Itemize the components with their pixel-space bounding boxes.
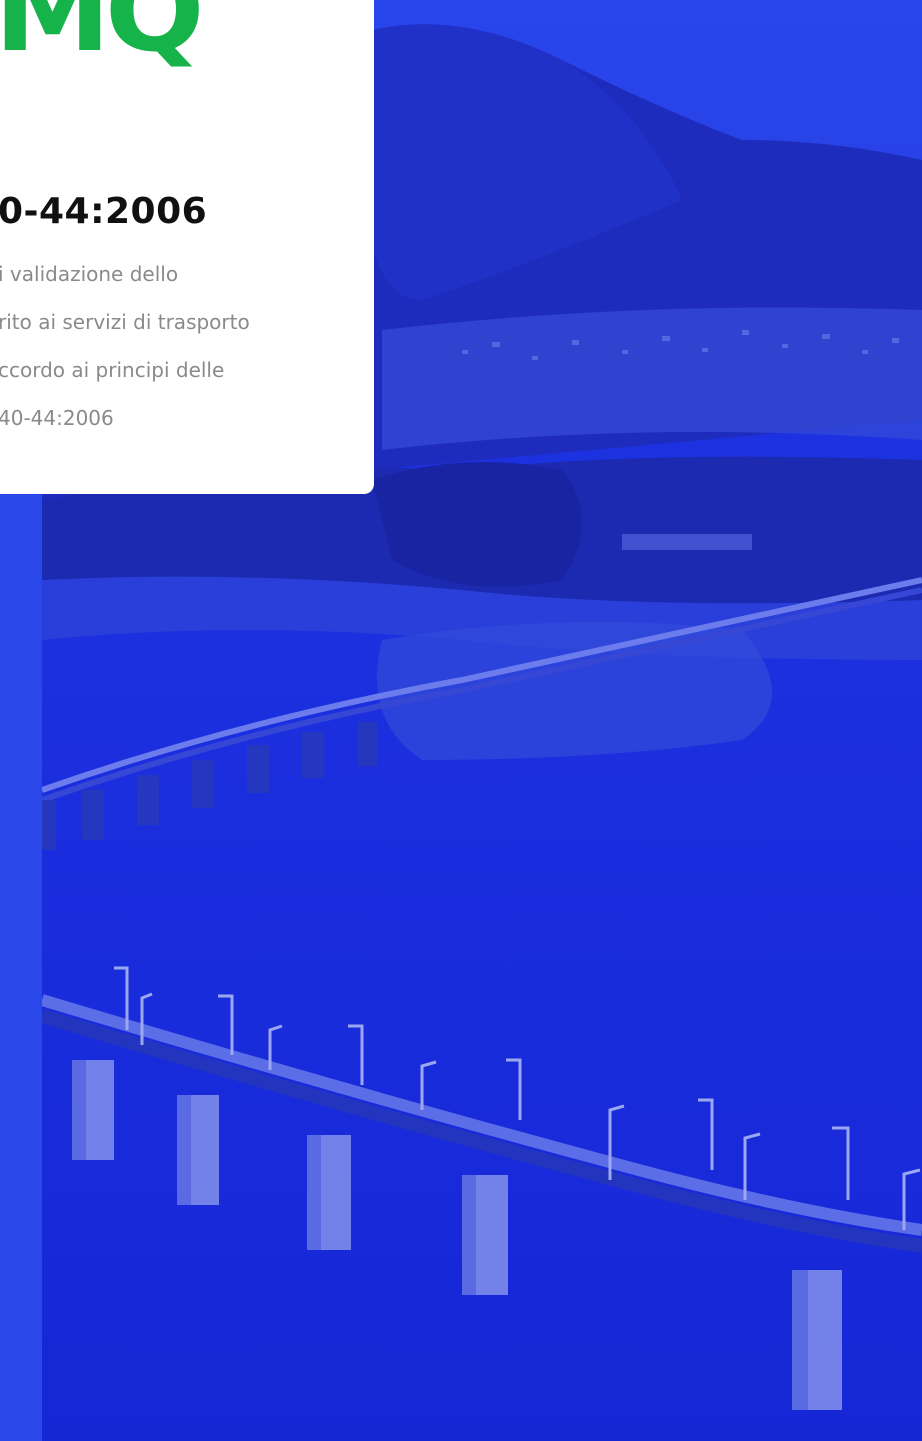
card-title: 0-44:2006 xyxy=(0,191,208,232)
card-description: i validazione dello rito ai servizi di t… xyxy=(0,250,374,442)
description-line: rito ai servizi di trasporto xyxy=(0,310,250,334)
brand-logo: MQ xyxy=(0,0,205,77)
description-line: ccordo ai principi delle xyxy=(0,358,225,382)
description-line: 40-44:2006 xyxy=(0,406,114,430)
description-line: i validazione dello xyxy=(0,262,179,286)
info-card: MQ 0-44:2006 i validazione dello rito ai… xyxy=(0,0,374,494)
